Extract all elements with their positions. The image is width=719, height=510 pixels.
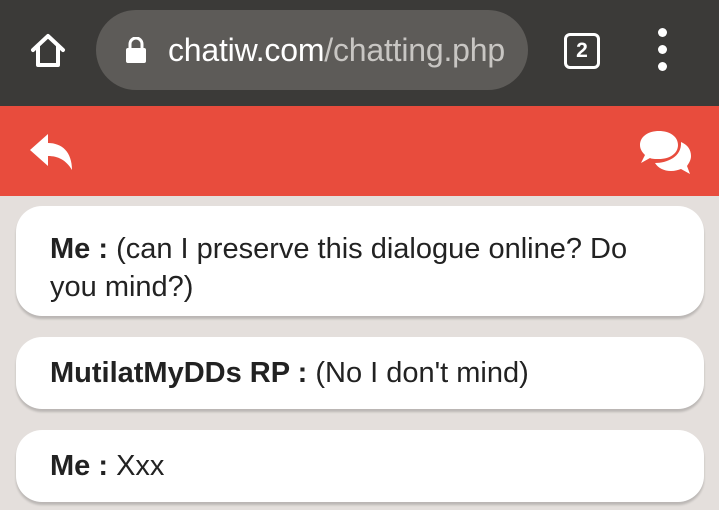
browser-toolbar: chatiw.com/chatting.php 2: [0, 0, 719, 106]
chat-message: MutilatMyDDs RP : (No I don't mind): [16, 337, 704, 409]
app-header: [0, 106, 719, 196]
tab-switcher-button[interactable]: 2: [564, 33, 600, 69]
message-separator: :: [289, 357, 316, 389]
message-author: Me: [50, 450, 91, 482]
url-path: /chatting.php: [324, 32, 505, 68]
url-text: chatiw.com/chatting.php: [168, 10, 505, 90]
address-bar[interactable]: chatiw.com/chatting.php: [96, 10, 528, 90]
message-separator: :: [90, 233, 117, 265]
chat-message: Me : Xxx: [16, 430, 704, 502]
message-text: (can I preserve this dialogue online? Do…: [50, 233, 628, 303]
message-author: Me: [50, 233, 91, 265]
message-text: Xxx: [116, 450, 165, 482]
chat-bubbles-icon[interactable]: [636, 128, 694, 178]
message-author: MutilatMyDDs RP: [50, 357, 290, 389]
lock-icon: [126, 37, 146, 63]
message-text: (No I don't mind): [315, 357, 529, 389]
url-domain: chatiw.com: [168, 32, 325, 68]
home-button[interactable]: [24, 26, 72, 74]
message-separator: :: [90, 450, 117, 482]
reply-back-icon[interactable]: [26, 128, 78, 176]
home-icon: [31, 34, 65, 67]
more-vert-icon[interactable]: [648, 28, 678, 72]
chat-message: Me : (can I preserve this dialogue onlin…: [16, 206, 704, 316]
